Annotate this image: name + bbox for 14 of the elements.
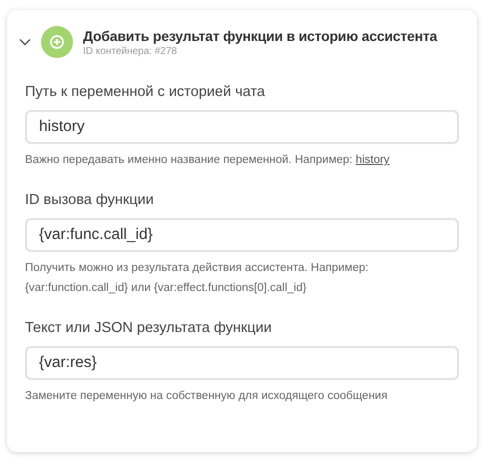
input-field[interactable]: {var:func.call_id} — [25, 218, 459, 252]
field-hint: Получить можно из результата действия ассистента. Например: {var:function.call_id} или {var:effect.functions[0].call_id} — [25, 261, 370, 296]
field-label: Путь к переменной с историей чата — [25, 84, 266, 100]
example-link[interactable]: history — [356, 154, 390, 166]
plus-icon — [41, 26, 73, 58]
container-id: ID контейнера: #278 — [83, 46, 178, 56]
field-label: ID вызова функции — [25, 192, 155, 208]
field-hint: Важно передавать именно название переменной. Например: history — [25, 153, 391, 168]
input-field[interactable]: history — [25, 110, 459, 144]
block-title: Добавить результат функции в историю ассистента — [83, 28, 438, 44]
field-hint: Замените переменную на собственную для исходящего сообщения — [25, 389, 388, 404]
field-label: Текст или JSON результата функции — [25, 320, 273, 336]
input-field[interactable]: {var:res} — [25, 346, 459, 380]
chevron-icon[interactable] — [19, 38, 31, 46]
